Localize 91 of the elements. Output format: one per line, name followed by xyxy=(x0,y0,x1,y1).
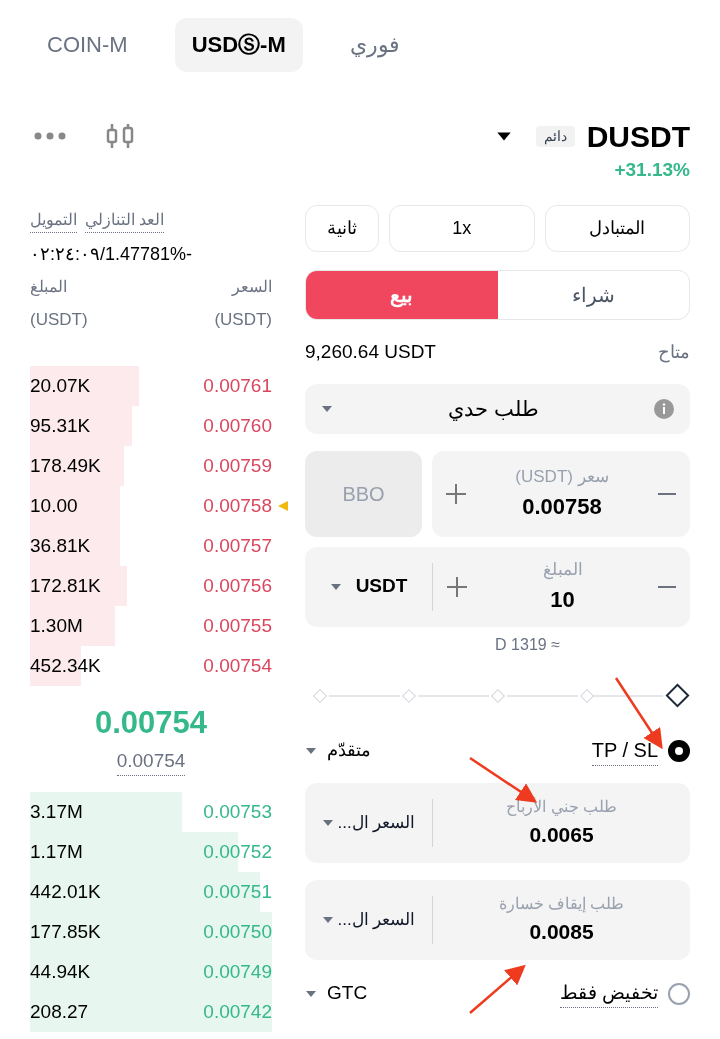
tpsl-label[interactable]: TP / SL xyxy=(591,735,658,766)
unit-select[interactable]: USDT xyxy=(355,572,408,601)
field-value: 0.0085 xyxy=(529,918,594,945)
available-value: 9,260.64 USDT xyxy=(305,340,436,365)
amount-text: 3.17M xyxy=(30,799,83,824)
amount-text: 20.07K xyxy=(30,373,91,398)
amount-text: 208.27 xyxy=(30,999,89,1024)
caret-icon xyxy=(495,130,512,142)
price-text[interactable]: 0.00754 xyxy=(203,651,272,681)
minus-icon[interactable] xyxy=(658,492,676,495)
order-book-row[interactable]: 208.27 0.00742 xyxy=(30,992,272,1032)
order-type-value: طلب حدي xyxy=(448,395,539,423)
field-value: 0.00758 xyxy=(522,492,602,521)
order-book-row[interactable]: 95.31K 0.00760 xyxy=(30,406,272,446)
amount-text: 1.30M xyxy=(30,613,83,638)
radio-button[interactable] xyxy=(668,739,690,762)
caret-icon xyxy=(321,915,334,924)
margin-button[interactable]: المتبادل xyxy=(544,204,690,252)
market-tab[interactable]: COIN-M xyxy=(30,17,145,72)
advanced-select[interactable]: متقدّم xyxy=(327,737,371,764)
countdown-label: العد التنازلي xyxy=(85,208,165,233)
price-text[interactable]: 0.00756 xyxy=(203,571,272,601)
amount-text: 452.34K xyxy=(30,653,101,678)
field-label: طلب جني الأرباح xyxy=(506,796,617,818)
amount-text: 44.94K xyxy=(30,959,91,984)
info-icon[interactable] xyxy=(654,398,674,419)
funding-label: التمويل xyxy=(30,208,77,233)
side-tab[interactable]: شراء xyxy=(497,270,689,319)
amount-header: المبلغ xyxy=(30,276,67,298)
order-book-row[interactable]: 172.81K 0.00756 xyxy=(30,566,272,606)
change-percent: +31.13% xyxy=(614,158,690,182)
trigger-select[interactable]: السعر ال... xyxy=(337,906,416,933)
amount-text: 172.81K xyxy=(30,573,101,598)
order-type-select[interactable]: طلب حدي xyxy=(305,383,690,434)
field-label: المبلغ xyxy=(542,559,583,582)
price-unit: (USDT) xyxy=(214,308,272,331)
amount-text: 36.81K xyxy=(30,533,91,558)
amount-text: 442.01K xyxy=(30,879,101,904)
price-header: السعر xyxy=(232,276,272,298)
field-value: 0.0065 xyxy=(529,821,594,848)
trigger-select[interactable]: السعر ال... xyxy=(337,809,416,836)
field-value: 10 xyxy=(550,585,575,614)
order-book-row[interactable]: 36.81K 0.00757 xyxy=(30,526,272,566)
order-book-row[interactable]: 1.17M 0.00752 xyxy=(30,832,272,872)
minus-icon[interactable] xyxy=(658,585,676,588)
caret-icon xyxy=(321,818,334,827)
market-tab[interactable]: فوري xyxy=(332,17,417,72)
price-text[interactable]: 0.00761 xyxy=(203,371,272,401)
order-book-row[interactable]: 177.85K 0.00750 xyxy=(30,912,272,952)
field-label: طلب إيقاف خسارة xyxy=(498,893,625,915)
contract-tag: دائم xyxy=(535,125,575,147)
radio-button[interactable] xyxy=(668,982,690,1005)
more-icon[interactable] xyxy=(34,132,66,140)
price-text[interactable]: 0.00760 xyxy=(203,411,272,441)
margin-button[interactable]: 1x xyxy=(389,204,535,252)
market-tab[interactable]: USDⓈ-M xyxy=(174,17,303,72)
amount-text: 177.85K xyxy=(30,919,101,944)
mark-price: 0.00754 xyxy=(116,746,186,776)
order-book-row[interactable]: 44.94K 0.00749 xyxy=(30,952,272,992)
caret-icon xyxy=(305,746,317,755)
order-book-row[interactable]: 178.49K 0.00759 xyxy=(30,446,272,486)
symbol-title[interactable]: DUSDT xyxy=(586,113,690,159)
last-price: 0.00754 xyxy=(94,704,208,742)
amount-text: 178.49K xyxy=(30,453,101,478)
price-text[interactable]: 0.00755 xyxy=(203,611,272,641)
reduce-only-label[interactable]: تخفيض فقط xyxy=(559,978,658,1009)
funding-value: ٠٢:٢٤:٠٩/1.47781%- xyxy=(30,243,194,266)
margin-button[interactable]: ثانية xyxy=(305,204,379,252)
order-book-row[interactable]: 1.30M 0.00755 xyxy=(30,606,272,646)
plus-icon[interactable] xyxy=(446,483,466,504)
price-text[interactable]: 0.00759 xyxy=(203,451,272,481)
side-tab[interactable]: بيع xyxy=(306,270,498,319)
available-label: متاح xyxy=(658,341,690,365)
amount-text: 95.31K xyxy=(30,413,91,438)
order-book-row[interactable]: 442.01K 0.00751 xyxy=(30,872,272,912)
order-book-row[interactable]: 20.07K 0.00761 xyxy=(30,366,272,406)
order-book-row[interactable]: 452.34K 0.00754 xyxy=(30,646,272,686)
caret-icon xyxy=(329,582,342,591)
order-book-row[interactable]: 3.17M 0.00753 xyxy=(30,792,272,832)
amount-text: 10.00 xyxy=(30,493,78,518)
annotation-arrow xyxy=(469,964,526,1014)
amount-text: 1.17M xyxy=(30,839,83,864)
time-in-force-select[interactable]: GTC xyxy=(327,979,368,1008)
plus-icon[interactable] xyxy=(447,576,467,597)
amount-unit: (USDT) xyxy=(30,308,88,331)
caret-icon xyxy=(305,989,317,998)
price-text[interactable]: 0.00758 xyxy=(203,491,272,521)
caret-icon xyxy=(321,404,333,413)
estimate-text: D 1319 ≈ xyxy=(495,634,560,655)
price-text[interactable]: 0.00757 xyxy=(203,531,272,561)
field-label: سعر (USDT) xyxy=(515,466,609,489)
